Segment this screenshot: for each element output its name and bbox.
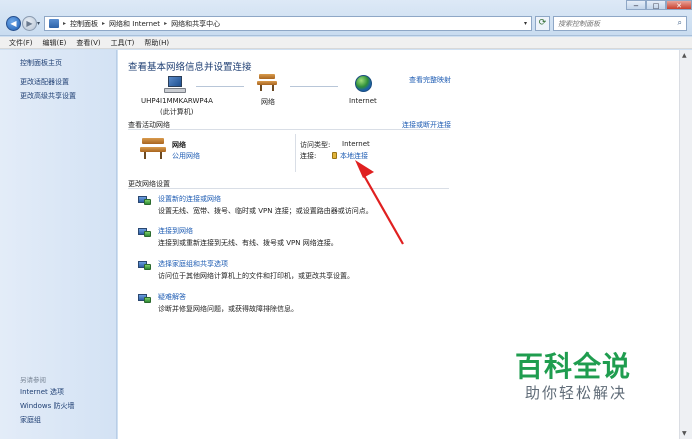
watermark-subtitle: 助你轻松解决 [525,384,628,402]
watermark-title: 百科全说 [515,350,632,383]
